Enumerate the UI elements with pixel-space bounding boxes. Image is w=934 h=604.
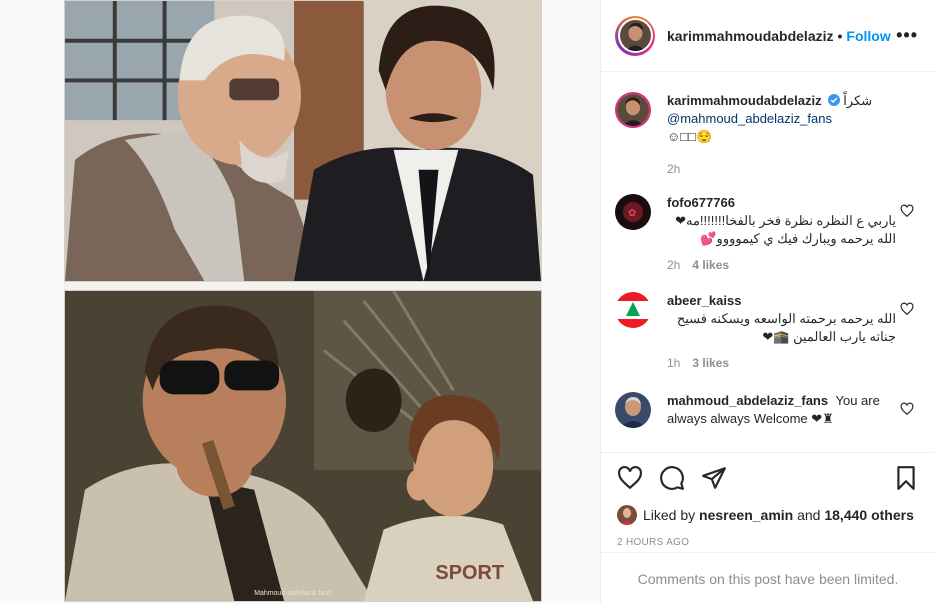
liker-avatar[interactable] <box>617 505 637 525</box>
svg-text:SPORT: SPORT <box>435 562 504 584</box>
more-icon[interactable]: ••• <box>896 25 918 46</box>
post-header: karimmahmoudabdelaziz • Follow ••• <box>601 0 934 72</box>
bookmark-icon[interactable] <box>893 465 919 491</box>
separator-dot: • <box>837 27 843 44</box>
caption-time[interactable]: 2h <box>667 162 680 176</box>
action-row <box>617 463 919 493</box>
comment-username[interactable]: mahmoud_abdelaziz_fans <box>667 393 828 408</box>
comments-limited-notice: Comments on this post have been limited. <box>601 552 934 604</box>
heart-icon[interactable] <box>900 402 914 416</box>
likes-prefix: Liked by <box>643 507 696 523</box>
comment-item: abeer_kaiss الله يرحمه برحمته الواسعه وي… <box>615 292 920 370</box>
comment-time[interactable]: 2h <box>667 258 680 272</box>
photo-top <box>64 0 542 282</box>
likes-conj: and <box>797 507 821 523</box>
comment-avatar[interactable]: ✿ <box>615 194 651 230</box>
comment-likes[interactable]: 4 likes <box>692 258 729 272</box>
comment-text: الله يرحمه برحمته الواسعه ويسكنه فسيح جن… <box>676 311 896 344</box>
svg-text:✿: ✿ <box>628 208 636 219</box>
likes-others[interactable]: 18,440 others <box>824 507 914 523</box>
caption-avatar[interactable] <box>615 92 651 128</box>
heart-icon[interactable] <box>617 465 643 491</box>
comment-time[interactable]: 1h <box>667 356 680 370</box>
author-avatar[interactable] <box>615 15 655 56</box>
caption-text: شكراً <box>843 93 873 108</box>
svg-text:Mahmoud abdelaziz fans: Mahmoud abdelaziz fans <box>254 590 332 597</box>
comment-item: mahmoud_abdelaziz_fans You are always al… <box>615 392 920 428</box>
comment-avatar[interactable] <box>615 392 651 428</box>
post-timestamp[interactable]: 2 HOURS AGO <box>617 537 919 548</box>
liker-username[interactable]: nesreen_amin <box>699 507 793 523</box>
caption-mention[interactable]: @mahmoud_abdelaziz_fans <box>667 111 832 126</box>
caption-emoji: ☺□□😌 <box>667 129 713 144</box>
comment-text: ياربي ع النظره نظرة فخر بالفخا!!!!!!!مه❤… <box>675 213 896 246</box>
comment-likes[interactable]: 3 likes <box>692 356 729 370</box>
heart-icon[interactable] <box>900 204 914 218</box>
verified-icon <box>827 94 840 106</box>
follow-button[interactable]: Follow <box>846 28 890 44</box>
caption-item: karimmahmoudabdelaziz شكراً @mahmoud_abd… <box>615 92 920 176</box>
likes-summary: Liked by nesreen_amin and 18,440 others <box>617 505 919 525</box>
comment-username[interactable]: fofo677766 <box>667 195 735 210</box>
photo-divider <box>64 282 542 290</box>
post-panel: karimmahmoudabdelaziz • Follow ••• karim… <box>600 0 934 604</box>
comment-icon[interactable] <box>659 465 685 491</box>
share-icon[interactable] <box>701 465 727 491</box>
comment-item: ✿ fofo677766 ياربي ع النظره نظرة فخر بال… <box>615 194 920 272</box>
comment-avatar[interactable] <box>615 292 651 328</box>
caption-username[interactable]: karimmahmoudabdelaziz <box>667 93 822 108</box>
photo-bottom: SPORT Mahmoud abdelaziz fans <box>64 290 542 602</box>
comment-username[interactable]: abeer_kaiss <box>667 293 741 308</box>
author-username[interactable]: karimmahmoudabdelaziz <box>667 28 834 44</box>
comments-list: karimmahmoudabdelaziz شكراً @mahmoud_abd… <box>601 72 934 452</box>
heart-icon[interactable] <box>900 302 914 316</box>
post-actions: Liked by nesreen_amin and 18,440 others … <box>601 452 934 548</box>
post-media[interactable]: SPORT Mahmoud abdelaziz fans <box>0 0 600 604</box>
